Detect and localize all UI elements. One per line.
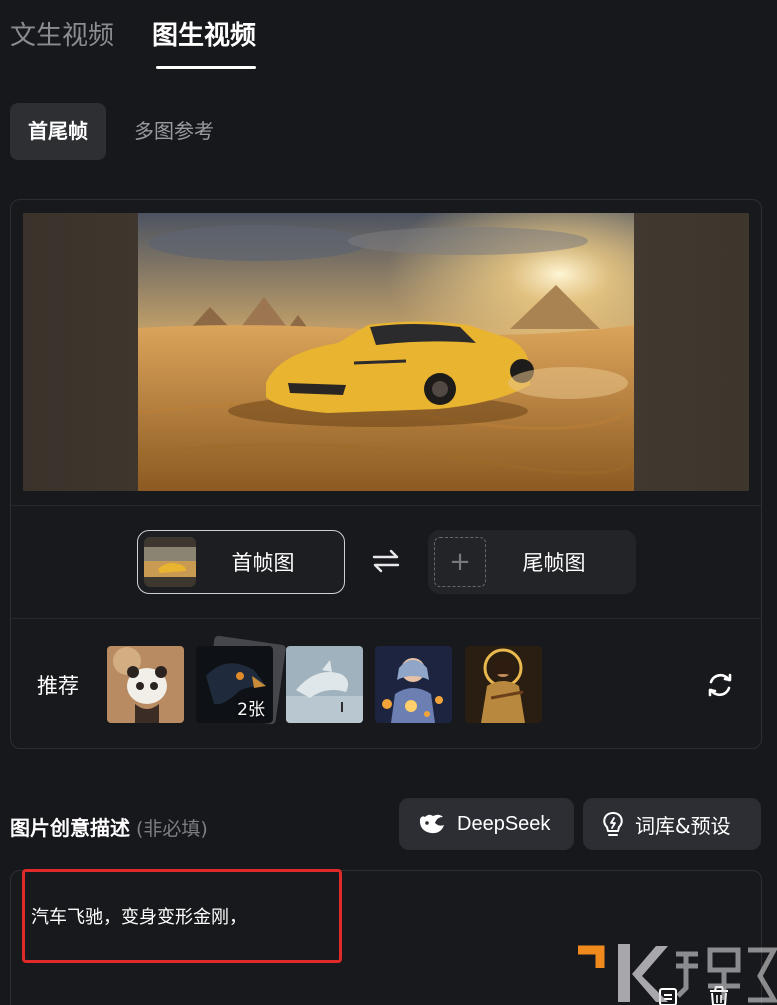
preview-area [23, 213, 749, 491]
tab-image-to-video[interactable]: 图生视频 [152, 18, 257, 69]
description-optional: (非必填) [136, 818, 208, 840]
mode-tabs: 文生视频 图生视频 [10, 18, 257, 69]
divider [11, 618, 761, 619]
refresh-icon[interactable] [705, 670, 735, 700]
first-frame-label: 首帧图 [231, 551, 295, 575]
description-title-text: 图片创意描述 [10, 816, 130, 840]
sub-tabs: 首尾帧 多图参考 [10, 103, 232, 160]
subtab-multi-image-reference[interactable]: 多图参考 [116, 103, 232, 160]
stack-count-badge: 2张 [237, 700, 265, 720]
last-frame-button[interactable]: + 尾帧图 [428, 530, 636, 594]
tab-text-to-video[interactable]: 文生视频 [10, 18, 114, 54]
last-frame-label: 尾帧图 [522, 551, 586, 575]
plus-icon: + [434, 537, 486, 587]
lightbulb-icon [603, 811, 623, 836]
recommend-label: 推荐 [37, 674, 79, 698]
watermark-logo [578, 944, 777, 1003]
recommend-thumb-dragon[interactable] [286, 646, 363, 723]
divider [11, 505, 761, 506]
description-value: 汽车飞驰，变身变形金刚， [31, 907, 247, 928]
deepseek-button[interactable]: DeepSeek [399, 798, 574, 850]
recommend-thumb-eagle[interactable]: 2张 [196, 646, 273, 723]
recommend-thumb-panda[interactable] [107, 646, 184, 723]
recommend-thumb-goddess[interactable] [465, 646, 542, 723]
first-frame-button[interactable]: 首帧图 [137, 530, 345, 594]
subtab-first-last-frame[interactable]: 首尾帧 [10, 103, 106, 160]
recommend-thumb-girl[interactable] [375, 646, 452, 723]
library-label: 词库&预设 [635, 813, 731, 838]
frame-card: 首帧图 + 尾帧图 推荐 2张 [10, 199, 762, 749]
deepseek-whale-icon [419, 814, 444, 834]
library-presets-button[interactable]: 词库&预设 [583, 798, 761, 850]
swap-icon[interactable] [371, 546, 401, 576]
description-title: 图片创意描述 (非必填) [10, 812, 208, 841]
deepseek-label: DeepSeek [457, 812, 551, 835]
preview-image[interactable] [138, 213, 634, 491]
first-frame-thumbnail [144, 537, 196, 587]
